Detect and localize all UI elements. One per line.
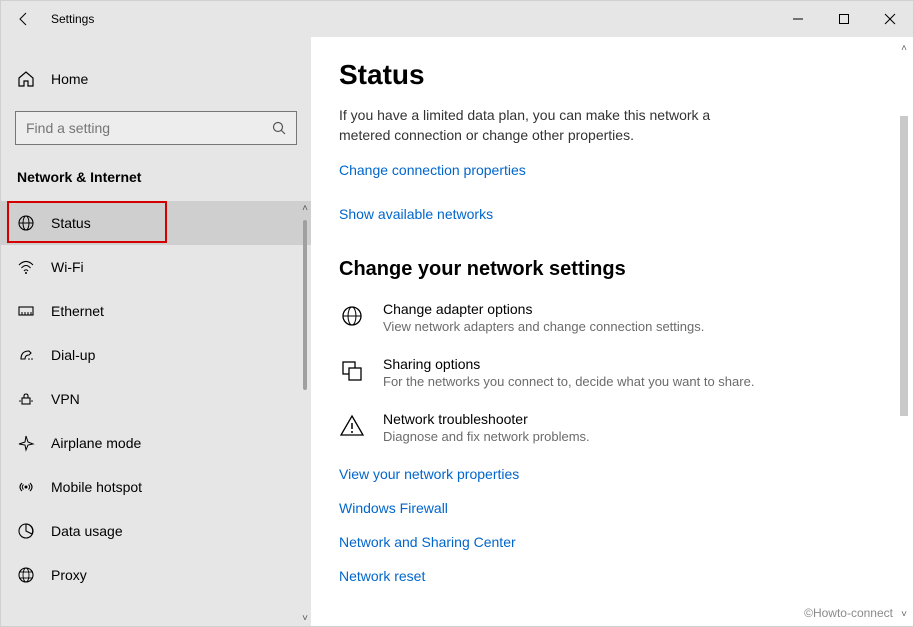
data-usage-icon: [17, 522, 35, 540]
back-button[interactable]: [1, 1, 47, 37]
link-windows-firewall[interactable]: Windows Firewall: [339, 500, 885, 516]
page-description: If you have a limited data plan, you can…: [339, 105, 729, 146]
link-view-network-properties[interactable]: View your network properties: [339, 466, 885, 482]
search-container: [1, 111, 311, 163]
dialup-icon: [17, 346, 35, 364]
sidebar-item-dialup[interactable]: Dial-up: [1, 333, 311, 377]
link-show-available-networks[interactable]: Show available networks: [339, 206, 885, 222]
scroll-track[interactable]: [897, 56, 911, 607]
vpn-icon: [17, 390, 35, 408]
sidebar-item-label: VPN: [51, 391, 80, 407]
sidebar-item-proxy[interactable]: Proxy: [1, 553, 311, 597]
sidebar-item-datausage[interactable]: Data usage: [1, 509, 311, 553]
maximize-button[interactable]: [821, 1, 867, 37]
option-subtitle: For the networks you connect to, decide …: [383, 374, 754, 389]
sidebar-item-label: Proxy: [51, 567, 87, 583]
chevron-down-icon: ˅: [901, 609, 907, 620]
link-change-connection-properties[interactable]: Change connection properties: [339, 162, 885, 178]
sharing-icon: [339, 356, 365, 382]
home-icon: [17, 70, 35, 88]
adapter-icon: [339, 301, 365, 327]
minimize-button[interactable]: [775, 1, 821, 37]
option-troubleshooter[interactable]: Network troubleshooter Diagnose and fix …: [339, 411, 885, 444]
section-heading: Change your network settings: [339, 258, 885, 281]
airplane-icon: [17, 434, 35, 452]
link-network-sharing-center[interactable]: Network and Sharing Center: [339, 534, 885, 550]
sidebar-item-label: Dial-up: [51, 347, 95, 363]
sidebar-home-label: Home: [51, 71, 88, 87]
option-title: Change adapter options: [383, 301, 704, 317]
sidebar-item-hotspot[interactable]: Mobile hotspot: [1, 465, 311, 509]
close-button[interactable]: [867, 1, 913, 37]
search-icon: [271, 120, 287, 136]
sidebar: Home Network & Internet Status: [1, 37, 311, 626]
sidebar-item-label: Ethernet: [51, 303, 104, 319]
sidebar-item-label: Mobile hotspot: [51, 479, 142, 495]
option-change-adapter[interactable]: Change adapter options View network adap…: [339, 301, 885, 334]
sidebar-nav-list: Status Wi-Fi Ethernet: [1, 201, 311, 626]
globe-icon: [17, 214, 35, 232]
chevron-up-icon: ˄: [302, 203, 308, 214]
body: Home Network & Internet Status: [1, 37, 913, 626]
sidebar-home[interactable]: Home: [1, 57, 311, 101]
warning-icon: [339, 411, 365, 437]
sidebar-scrollbar[interactable]: ˄ ˅: [299, 201, 311, 626]
search-input[interactable]: [15, 111, 297, 145]
settings-window: Settings Home: [0, 0, 914, 627]
chevron-up-icon: ˄: [901, 43, 907, 54]
app-title: Settings: [51, 12, 94, 26]
sidebar-item-ethernet[interactable]: Ethernet: [1, 289, 311, 333]
wifi-icon: [17, 258, 35, 276]
content-scrollbar[interactable]: ˄ ˅: [897, 43, 911, 620]
hotspot-icon: [17, 478, 35, 496]
ethernet-icon: [17, 302, 35, 320]
link-network-reset[interactable]: Network reset: [339, 568, 885, 584]
sidebar-item-status[interactable]: Status: [1, 201, 311, 245]
option-title: Sharing options: [383, 356, 754, 372]
titlebar: Settings: [1, 1, 913, 37]
option-subtitle: View network adapters and change connect…: [383, 319, 704, 334]
content-scroll-thumb[interactable]: [900, 116, 908, 416]
sidebar-item-label: Airplane mode: [51, 435, 141, 451]
sidebar-item-wifi[interactable]: Wi-Fi: [1, 245, 311, 289]
option-subtitle: Diagnose and fix network problems.: [383, 429, 590, 444]
option-title: Network troubleshooter: [383, 411, 590, 427]
proxy-icon: [17, 566, 35, 584]
sidebar-item-airplane[interactable]: Airplane mode: [1, 421, 311, 465]
page-title: Status: [339, 59, 885, 91]
sidebar-item-label: Status: [51, 215, 91, 231]
sidebar-category-header: Network & Internet: [1, 163, 311, 201]
sidebar-item-label: Data usage: [51, 523, 123, 539]
watermark: ©Howto-connect: [804, 606, 893, 620]
sidebar-scroll-thumb[interactable]: [303, 220, 307, 390]
content-inner: Status If you have a limited data plan, …: [311, 37, 913, 614]
option-sharing[interactable]: Sharing options For the networks you con…: [339, 356, 885, 389]
sidebar-item-vpn[interactable]: VPN: [1, 377, 311, 421]
sidebar-item-label: Wi-Fi: [51, 259, 84, 275]
chevron-down-icon: ˅: [302, 613, 308, 624]
content-pane: Status If you have a limited data plan, …: [311, 37, 913, 626]
